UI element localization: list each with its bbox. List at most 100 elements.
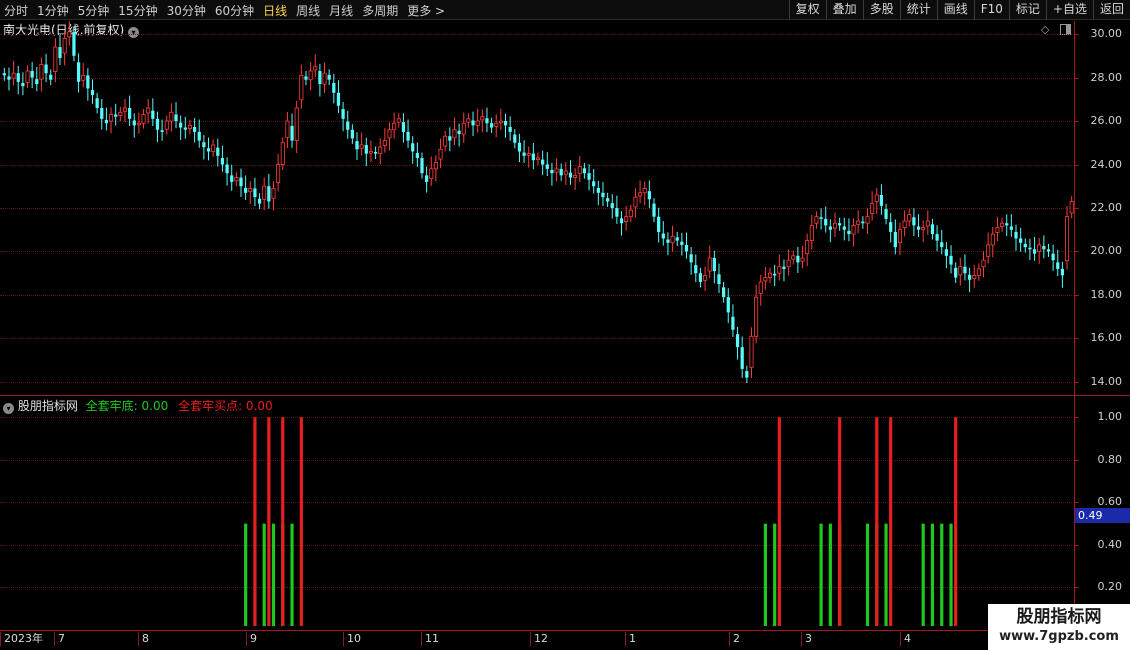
candle-body xyxy=(722,287,726,298)
bottom-signal-bar xyxy=(930,523,935,626)
candle-body xyxy=(49,74,53,80)
candle xyxy=(981,251,986,278)
candle-body xyxy=(382,140,387,146)
candle-body xyxy=(327,74,331,80)
candle xyxy=(684,232,689,259)
candle-body xyxy=(239,177,243,187)
draw-line-button[interactable]: 画线 xyxy=(936,0,974,20)
candle-body xyxy=(62,37,67,54)
tab-60min[interactable]: 60分钟 xyxy=(215,2,254,19)
candle xyxy=(72,26,76,62)
candle xyxy=(220,145,225,172)
candle-body xyxy=(183,127,187,130)
candle-body xyxy=(146,107,151,114)
candle-body xyxy=(475,120,480,126)
candle-body xyxy=(610,203,614,208)
candle-body xyxy=(127,107,132,119)
candle-body xyxy=(234,177,239,182)
candle xyxy=(995,216,1000,242)
candle-body xyxy=(541,159,545,165)
candle-body xyxy=(461,122,466,135)
candle-body xyxy=(489,123,494,128)
tab-5min[interactable]: 5分钟 xyxy=(78,2,110,19)
date-tick-label: 12 xyxy=(530,632,548,646)
candle xyxy=(1051,244,1055,271)
candle-body xyxy=(517,142,522,152)
tab-fenshi[interactable]: 分时 xyxy=(4,2,28,19)
candle-body xyxy=(940,242,944,248)
candle-body xyxy=(661,233,665,239)
candle xyxy=(791,250,796,265)
candle xyxy=(90,79,95,104)
restore-rights-button[interactable]: 复权 xyxy=(788,0,826,20)
candle-body xyxy=(2,73,6,76)
candle xyxy=(25,65,30,88)
candle xyxy=(912,208,916,237)
candle-body xyxy=(396,118,401,123)
candle-body xyxy=(58,47,62,58)
candle xyxy=(373,146,378,160)
candle xyxy=(475,108,480,133)
candle xyxy=(183,116,187,139)
candle xyxy=(151,98,155,127)
price-tick-label: 16.00 xyxy=(1074,331,1128,345)
candle-body xyxy=(387,129,392,139)
back-button[interactable]: 返回 xyxy=(1092,0,1130,20)
candle-body xyxy=(132,120,136,126)
candle xyxy=(819,208,823,230)
watermark-title: 股朋指标网 xyxy=(1016,607,1102,627)
candle-body xyxy=(647,191,651,200)
tab-15min[interactable]: 15分钟 xyxy=(118,2,157,19)
candle-body xyxy=(280,142,285,165)
statistics-button[interactable]: 统计 xyxy=(899,0,937,20)
candle-body xyxy=(141,114,146,124)
tab-multi-period[interactable]: 多周期 xyxy=(362,2,398,19)
candle xyxy=(118,106,123,122)
candle xyxy=(169,103,174,132)
bottom-signal-bar xyxy=(244,523,248,626)
overlay-button[interactable]: 叠加 xyxy=(825,0,863,20)
candle-body xyxy=(638,192,643,197)
candle xyxy=(285,112,290,148)
candle-body xyxy=(615,208,619,217)
candle-body xyxy=(990,233,995,246)
candle xyxy=(694,254,698,283)
candle-body xyxy=(893,231,897,248)
candle-body xyxy=(118,111,123,116)
candle-body xyxy=(174,114,178,122)
candle xyxy=(30,62,34,89)
candle-body xyxy=(782,266,786,269)
candle xyxy=(411,136,415,164)
candle-body xyxy=(53,46,58,72)
buy-signal-bar xyxy=(954,417,958,626)
candle xyxy=(786,249,791,276)
f10-button[interactable]: F10 xyxy=(973,0,1009,20)
candle-body xyxy=(253,188,257,198)
candle-body xyxy=(897,229,902,244)
tab-1min[interactable]: 1分钟 xyxy=(37,2,69,19)
candle-body xyxy=(359,144,364,149)
multi-stock-button[interactable]: 多股 xyxy=(862,0,900,20)
candle-body xyxy=(373,152,378,154)
candle xyxy=(731,304,735,337)
candle-body xyxy=(114,114,118,117)
candle-body xyxy=(350,129,354,139)
candle xyxy=(893,219,897,255)
candle xyxy=(429,156,434,186)
candlestick-chart[interactable] xyxy=(0,21,1074,395)
candle xyxy=(605,192,610,207)
mark-button[interactable]: 标记 xyxy=(1008,0,1046,20)
indicator-bar-chart[interactable] xyxy=(0,396,1074,630)
candle xyxy=(262,177,267,210)
candle xyxy=(856,210,861,234)
tab-weekly[interactable]: 周线 xyxy=(296,2,320,19)
tab-more[interactable]: 更多 > xyxy=(407,2,445,19)
tab-monthly[interactable]: 月线 xyxy=(329,2,353,19)
candle xyxy=(197,119,201,148)
candle-body xyxy=(717,274,721,285)
candle-body xyxy=(1032,249,1037,254)
candle-body xyxy=(457,130,461,135)
tab-daily[interactable]: 日线 xyxy=(263,2,287,19)
tab-30min[interactable]: 30分钟 xyxy=(167,2,206,19)
add-watchlist-button[interactable]: +自选 xyxy=(1045,0,1093,20)
